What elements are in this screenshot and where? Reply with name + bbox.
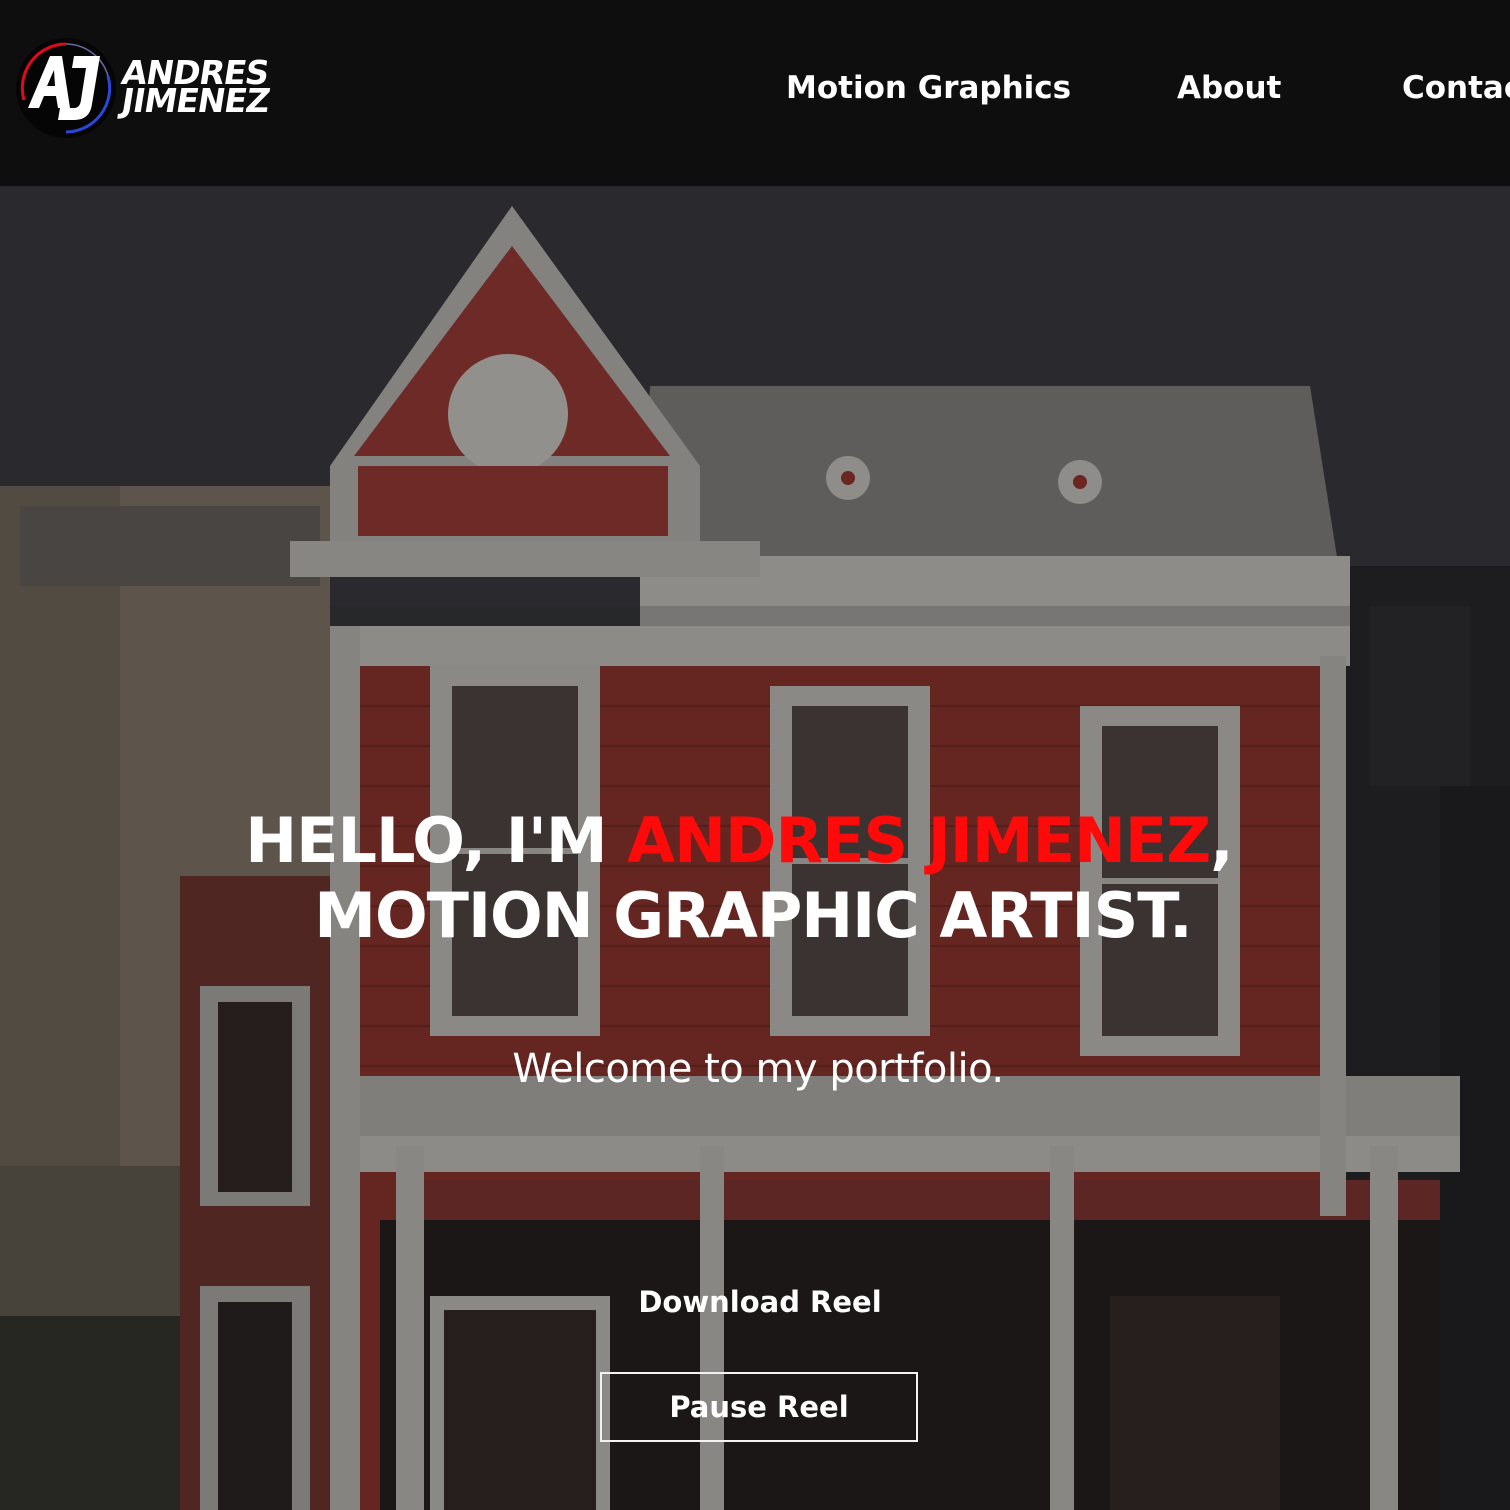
- hero-section: HELLO, I'M ANDRES JIMENEZ, MOTION GRAPHI…: [0, 186, 1510, 1510]
- hero-headline-line1: HELLO, I'M ANDRES JIMENEZ,: [0, 803, 1494, 879]
- download-reel-link[interactable]: Download Reel: [560, 1282, 960, 1322]
- headline-comma: ,: [1210, 803, 1234, 877]
- pause-reel-button[interactable]: Pause Reel: [600, 1372, 918, 1442]
- aj-monogram-icon: [16, 38, 116, 138]
- nav-about[interactable]: About: [1177, 66, 1281, 110]
- site-header: ANDRES JIMENEZ Motion Graphics About Con…: [0, 0, 1510, 186]
- headline-greeting: HELLO, I'M: [245, 803, 628, 877]
- headline-name: ANDRES JIMENEZ: [627, 803, 1211, 877]
- hero-headline-line2: MOTION GRAPHIC ARTIST.: [314, 878, 1192, 952]
- nav-contact[interactable]: Contac: [1402, 66, 1510, 110]
- logo-last-name: JIMENEZ: [118, 81, 273, 120]
- site-logo[interactable]: ANDRES JIMENEZ: [14, 36, 304, 142]
- nav-motion-graphics[interactable]: Motion Graphics: [786, 66, 1071, 110]
- welcome-text: Welcome to my portfolio.: [512, 1046, 1004, 1092]
